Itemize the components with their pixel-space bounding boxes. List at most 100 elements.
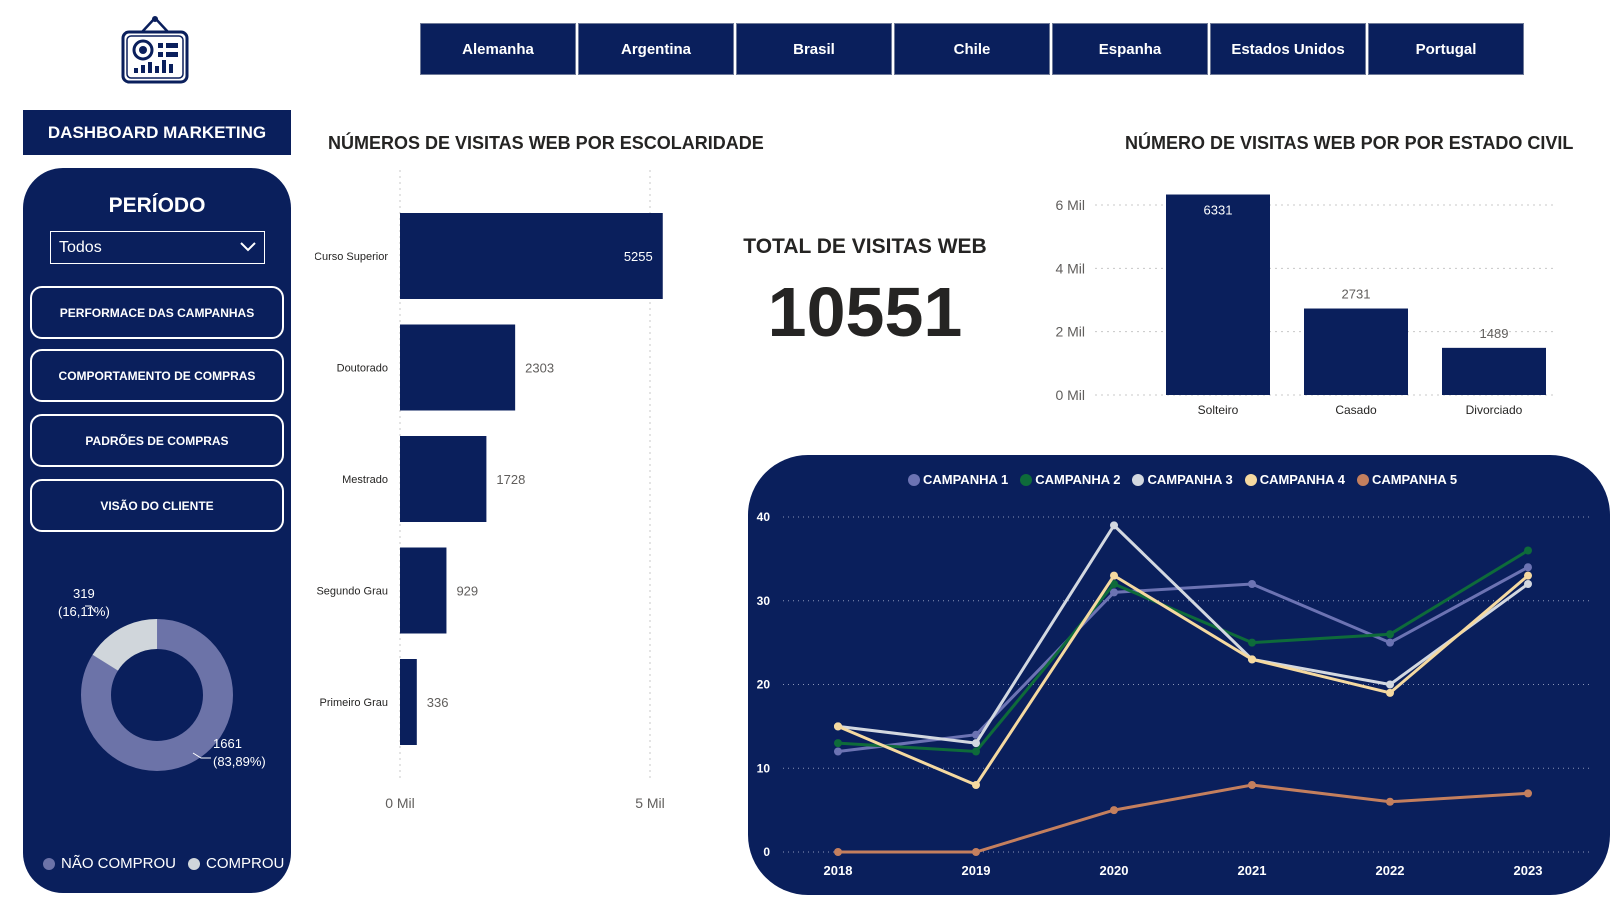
series-point-campanha-5 <box>1386 797 1394 806</box>
legend-dot <box>908 473 920 486</box>
customer-view-button[interactable]: VISÃO DO CLIENTE <box>30 479 284 532</box>
tab-argentina[interactable]: Argentina <box>578 23 734 75</box>
civil-ytick-label: 0 Mil <box>1055 387 1085 403</box>
edu-category-label: Doutorado <box>337 363 388 375</box>
tab-chile[interactable]: Chile <box>894 23 1050 75</box>
purchase-donut-chart: 319 (16,11%) 1661 (83,89%) <box>23 585 291 838</box>
civil-value-label: 6331 <box>1204 203 1233 218</box>
civil-bar-casado <box>1304 308 1408 395</box>
edu-value-label: 929 <box>456 584 478 599</box>
donut-label-comprou: 319 (16,11%) <box>58 585 110 621</box>
series-point-campanha-4 <box>1110 571 1118 580</box>
edu-xtick-label: 0 Mil <box>385 795 415 811</box>
series-point-campanha-5 <box>1248 781 1256 789</box>
campaign-line-panel: CAMPANHA 1 CAMPANHA 2 CAMPANHA 3 CAMPANHA 4… <box>748 455 1610 895</box>
civil-ytick-label: 4 Mil <box>1055 260 1085 276</box>
series-line-campanha-5 <box>838 783 1529 854</box>
civil-chart-title: NÚMERO DE VISITAS WEB POR POR ESTADO CIV… <box>1125 133 1574 153</box>
series-point-campanha-2 <box>1386 630 1394 639</box>
donut-legend: NÃO COMPROU COMPROU <box>43 855 284 872</box>
period-label: PERÍODO <box>108 194 206 217</box>
series-point-campanha-3 <box>972 739 980 748</box>
nao-comprou-value-label: 1661 <box>213 736 242 751</box>
purchase-behavior-button[interactable]: COMPORTAMENTO DE COMPRAS <box>30 349 284 402</box>
series-point-campanha-5 <box>972 848 980 856</box>
tab-brasil[interactable]: Brasil <box>736 23 892 75</box>
series-point-campanha-1 <box>834 747 842 756</box>
line-ytick-label: 40 <box>757 510 771 524</box>
series-point-campanha-4 <box>834 722 842 731</box>
series-line-campanha-4 <box>837 573 1529 787</box>
tab-estados-unidos[interactable]: Estados Unidos <box>1210 23 1366 75</box>
series-point-campanha-2 <box>972 747 980 756</box>
series-line-campanha-2 <box>837 549 1529 754</box>
purchase-patterns-button[interactable]: PADRÕES DE COMPRAS <box>30 414 284 467</box>
chevron-down-icon <box>240 242 256 252</box>
series-point-campanha-3 <box>1386 680 1394 689</box>
series-point-campanha-5 <box>834 848 842 856</box>
series-point-campanha-2 <box>834 739 842 748</box>
civil-bar-divorciado <box>1442 347 1546 395</box>
campaign-performance-button[interactable]: PERFORMACE DAS CAMPANHAS <box>30 286 284 339</box>
series-point-campanha-1 <box>1248 580 1256 588</box>
donut-label-nao-comprou: 1661 (83,89%) <box>213 735 266 771</box>
legend-dot-comprou <box>188 857 201 870</box>
tab-espanha[interactable]: Espanha <box>1052 23 1208 75</box>
series-point-campanha-4 <box>1248 655 1256 664</box>
country-tabs: Alemanha Argentina Brasil Chile Espanha … <box>420 23 1524 75</box>
period-dropdown[interactable]: Todos <box>50 231 265 264</box>
kpi-value: 10551 <box>767 273 963 351</box>
line-ytick-label: 0 <box>763 845 770 859</box>
legend-dot <box>1244 473 1257 486</box>
legend-label-comprou: COMPROU <box>206 855 285 872</box>
civil-category-label: Divorciado <box>1466 403 1523 417</box>
comprou-value-label: 319 <box>73 586 95 601</box>
edu-category-label: Curso Superior <box>315 251 388 263</box>
series-point-campanha-1 <box>1386 638 1394 647</box>
series-point-campanha-3 <box>1524 580 1532 588</box>
edu-xtick-label: 5 Mil <box>635 795 665 811</box>
civil-ytick-label: 2 Mil <box>1055 324 1085 340</box>
comprou-percent-label: (16,11%) <box>58 604 110 619</box>
edu-category-label: Mestrado <box>342 474 388 486</box>
period-dropdown-value: Todos <box>59 238 102 256</box>
civil-ytick-label: 6 Mil <box>1055 197 1085 213</box>
series-line-campanha-3 <box>837 523 1529 745</box>
line-xtick-label: 2021 <box>1238 863 1267 878</box>
edu-value-label: 336 <box>427 695 449 710</box>
series-point-campanha-5 <box>1110 806 1118 815</box>
legend-dot <box>1132 473 1145 486</box>
series-point-campanha-4 <box>972 781 980 789</box>
edu-bar-doutorado <box>400 324 516 411</box>
edu-bar-mestrado <box>400 436 487 522</box>
edu-bar-segundo-grau <box>400 547 447 634</box>
civil-category-label: Casado <box>1335 403 1377 417</box>
legend-dot <box>1356 473 1369 486</box>
series-point-campanha-1 <box>1524 563 1532 572</box>
civil-value-label: 2731 <box>1342 287 1371 302</box>
kpi-title: TOTAL DE VISITAS WEB <box>743 235 987 258</box>
edu-category-label: Segundo Grau <box>316 586 388 598</box>
education-bar-chart: Curso Superior 5255 Doutorado 2303 Mestrado 1… <box>315 170 665 811</box>
series-point-campanha-3 <box>1110 521 1118 530</box>
edu-value-label: 5255 <box>624 249 653 264</box>
legend-dot <box>1020 473 1033 486</box>
edu-value-label: 2303 <box>525 361 554 376</box>
line-xtick-label: 2022 <box>1376 863 1405 878</box>
sidebar: PERÍODO Todos PERFORMACE DAS CAMPANHAS C… <box>23 168 291 893</box>
tab-alemanha[interactable]: Alemanha <box>420 23 576 75</box>
edu-bar-primeiro-grau <box>400 659 417 745</box>
series-point-campanha-4 <box>1524 571 1532 580</box>
legend-label-nao-comprou: NÃO COMPROU <box>61 855 177 872</box>
tab-portugal[interactable]: Portugal <box>1368 23 1524 75</box>
edu-value-label: 1728 <box>496 472 525 487</box>
series-point-campanha-4 <box>1386 688 1394 697</box>
legend-dot-nao-comprou <box>43 857 55 870</box>
line-xtick-label: 2020 <box>1100 863 1129 878</box>
civil-bar-solteiro <box>1166 194 1270 395</box>
line-xtick-label: 2018 <box>824 863 853 878</box>
campaign-line-chart: 0 10 20 30 40 2018 2019 2020 2021 2022 2023 <box>757 510 1593 878</box>
line-ytick-label: 30 <box>757 594 771 608</box>
series-point-campanha-5 <box>1524 789 1532 798</box>
line-ytick-label: 20 <box>757 678 771 692</box>
